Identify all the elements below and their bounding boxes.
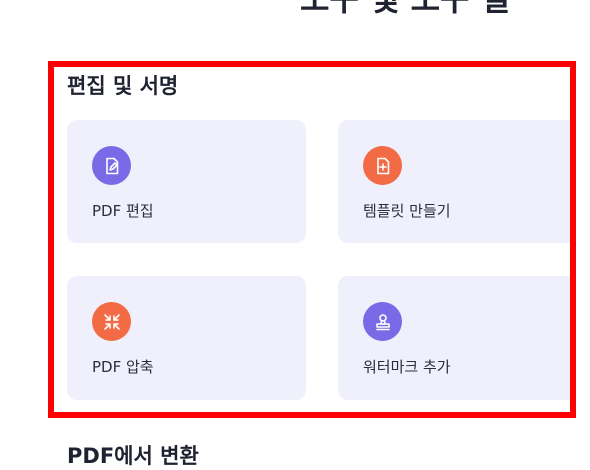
highlight-frame: [48, 61, 576, 418]
section-title-convert-from-pdf: PDF에서 변환: [67, 444, 199, 468]
page-title: 도구 및 도구 설: [300, 0, 510, 20]
